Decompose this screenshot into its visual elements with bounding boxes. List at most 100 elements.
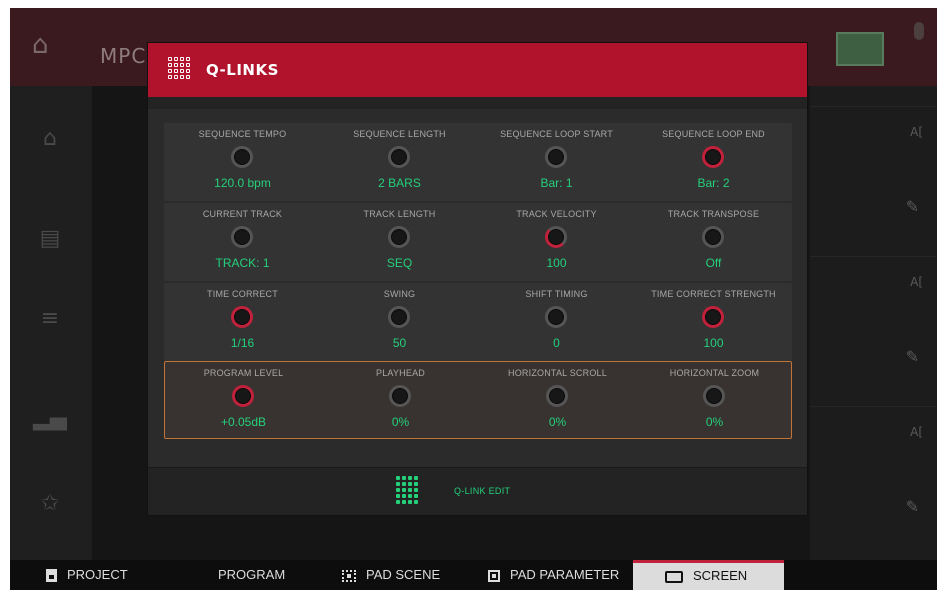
automation-icon[interactable]: A[ — [910, 125, 923, 139]
q-link-sequence-length[interactable]: SEQUENCE LENGTH 2 BARS — [321, 123, 478, 201]
background-title: MPC — [100, 44, 147, 68]
q-link-label: TRACK TRANSPOSE — [667, 209, 760, 219]
q-link-value: 0% — [391, 415, 410, 429]
knob-icon[interactable] — [231, 226, 253, 248]
q-link-program-level[interactable]: PROGRAM LEVEL +0.05dB — [165, 362, 322, 440]
dialog-header: Q-LINKS — [148, 43, 807, 97]
q-link-row-track: CURRENT TRACK TRACK: 1 TRACK LENGTH SEQ … — [164, 203, 792, 281]
header-divider — [148, 97, 807, 109]
knob-icon[interactable] — [545, 226, 567, 248]
microphone-icon[interactable] — [914, 22, 924, 40]
tab-screen[interactable]: SCREEN — [633, 560, 784, 590]
automation-icon[interactable]: A[ — [910, 275, 923, 289]
level-icon[interactable]: ▂▄ — [32, 406, 68, 436]
tab-pad-scene[interactable]: PAD SCENE — [342, 560, 492, 590]
q-link-value: SEQ — [386, 256, 413, 270]
knob-icon[interactable] — [703, 385, 725, 407]
q-link-label: SHIFT TIMING — [525, 289, 588, 299]
q-link-value: 120.0 bpm — [214, 176, 271, 190]
q-link-label: SEQUENCE LOOP START — [500, 129, 613, 139]
q-link-track-velocity[interactable]: TRACK VELOCITY 100 — [478, 203, 635, 281]
q-link-label: TIME CORRECT — [207, 289, 278, 299]
q-link-row-sequence: SEQUENCE TEMPO 120.0 bpm SEQUENCE LENGTH… — [164, 123, 792, 201]
q-link-value: 1/16 — [230, 336, 255, 350]
q-link-track-transpose[interactable]: TRACK TRANSPOSE Off — [635, 203, 792, 281]
q-link-track-length[interactable]: TRACK LENGTH SEQ — [321, 203, 478, 281]
bottom-tab-bar: PROJECT PROGRAM PAD SCENE PAD PARAMETER … — [10, 560, 937, 590]
q-link-value: 2 BARS — [378, 176, 421, 190]
q-link-value: 0 — [553, 336, 560, 350]
q-link-value: 0% — [548, 415, 567, 429]
background-sidebar: ⌂ ▤ ≡ ▂▄ ✩ — [10, 86, 92, 560]
q-link-edit-button[interactable]: Q-LINK EDIT — [148, 467, 807, 515]
q-link-sequence-loop-end[interactable]: SEQUENCE LOOP END Bar: 2 — [635, 123, 792, 201]
tab-label: PROGRAM — [218, 567, 286, 582]
background-panel-row: A[ ✎ — [810, 406, 937, 556]
q-link-sequence-tempo[interactable]: SEQUENCE TEMPO 120.0 bpm — [164, 123, 321, 201]
q-link-current-track[interactable]: CURRENT TRACK TRACK: 1 — [164, 203, 321, 281]
q-link-grid-icon — [168, 57, 190, 83]
knob-icon[interactable] — [389, 385, 411, 407]
q-link-row-program: PROGRAM LEVEL +0.05dB PLAYHEAD 0% HORIZO… — [164, 361, 792, 439]
tab-label: PAD PARAMETER — [510, 567, 620, 582]
knob-icon[interactable] — [231, 306, 253, 328]
background-panel-row: A[ ✎ — [810, 106, 937, 256]
pencil-icon[interactable]: ✎ — [906, 497, 919, 516]
automation-icon[interactable]: A[ — [910, 425, 923, 439]
project-icon — [46, 569, 57, 583]
q-link-label: HORIZONTAL ZOOM — [669, 368, 760, 378]
q-link-value: 100 — [703, 336, 724, 350]
knob-icon[interactable] — [702, 226, 724, 248]
q-link-value: 50 — [392, 336, 407, 350]
track-icon[interactable]: ▤ — [32, 226, 68, 256]
q-link-label: SEQUENCE LENGTH — [353, 129, 446, 139]
q-link-edit-icon — [396, 476, 422, 506]
knob-icon[interactable] — [702, 306, 724, 328]
q-link-horizontal-zoom[interactable]: HORIZONTAL ZOOM 0% — [636, 362, 793, 440]
knob-icon[interactable] — [388, 146, 410, 168]
main-icon[interactable]: ⌂ — [32, 126, 68, 156]
knob-icon[interactable] — [388, 226, 410, 248]
program-icon — [196, 570, 208, 582]
knob-icon[interactable] — [545, 306, 567, 328]
q-link-time-correct-strength[interactable]: TIME CORRECT STRENGTH 100 — [635, 283, 792, 361]
q-link-sequence-loop-start[interactable]: SEQUENCE LOOP START Bar: 1 — [478, 123, 635, 201]
tab-program[interactable]: PROGRAM — [196, 560, 346, 590]
q-link-label: SWING — [383, 289, 416, 299]
q-link-playhead[interactable]: PLAYHEAD 0% — [322, 362, 479, 440]
tab-label: SCREEN — [693, 568, 748, 583]
q-link-shift-timing[interactable]: SHIFT TIMING 0 — [478, 283, 635, 361]
home-icon[interactable]: ⌂ — [32, 30, 62, 60]
q-link-value: Off — [705, 256, 722, 270]
pencil-icon[interactable]: ✎ — [906, 197, 919, 216]
q-link-swing[interactable]: SWING 50 — [321, 283, 478, 361]
tab-project[interactable]: PROJECT — [46, 560, 196, 590]
pencil-icon[interactable]: ✎ — [906, 347, 919, 366]
q-link-label: SEQUENCE TEMPO — [198, 129, 287, 139]
waveform-icon[interactable] — [836, 32, 884, 66]
knob-icon[interactable] — [702, 146, 724, 168]
background-panel-row: A[ ✎ — [810, 256, 937, 406]
tab-label: PAD SCENE — [366, 567, 441, 582]
tab-pad-parameter[interactable]: PAD PARAMETER — [488, 560, 638, 590]
q-link-value: Bar: 1 — [540, 176, 573, 190]
q-link-label: TIME CORRECT STRENGTH — [651, 289, 776, 299]
q-link-value: Bar: 2 — [697, 176, 730, 190]
knob-icon[interactable] — [231, 146, 253, 168]
q-link-label: HORIZONTAL SCROLL — [508, 368, 607, 378]
q-link-time-correct[interactable]: TIME CORRECT 1/16 — [164, 283, 321, 361]
knob-icon[interactable] — [388, 306, 410, 328]
q-link-label: TRACK LENGTH — [363, 209, 436, 219]
effects-icon[interactable]: ✩ — [32, 491, 68, 521]
screen-icon — [665, 570, 683, 583]
dialog-title: Q-LINKS — [206, 61, 279, 79]
q-link-edit-label: Q-LINK EDIT — [454, 486, 511, 496]
q-link-label: PLAYHEAD — [376, 368, 425, 378]
q-link-value: TRACK: 1 — [215, 256, 270, 270]
knob-icon[interactable] — [232, 385, 254, 407]
knob-icon[interactable] — [546, 385, 568, 407]
knob-icon[interactable] — [545, 146, 567, 168]
mixer-icon[interactable]: ≡ — [32, 306, 68, 336]
q-link-horizontal-scroll[interactable]: HORIZONTAL SCROLL 0% — [479, 362, 636, 440]
q-link-label: PROGRAM LEVEL — [203, 368, 284, 378]
